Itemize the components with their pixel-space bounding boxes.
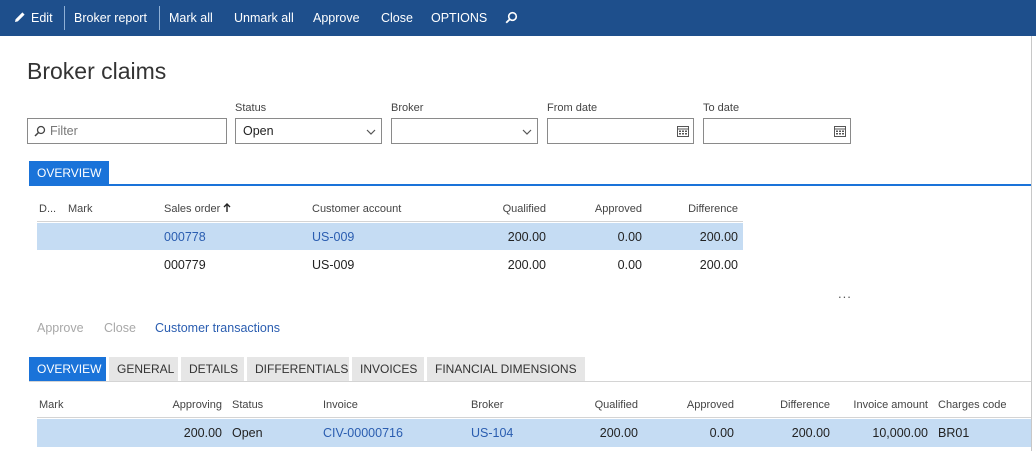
action-pane: Edit Broker report Mark all Unmark all A… <box>0 0 1036 36</box>
from-date-field[interactable] <box>547 118 694 144</box>
mark-all-button[interactable]: Mark all <box>169 0 213 36</box>
close-button[interactable]: Close <box>381 0 413 36</box>
approve-button[interactable]: Approve <box>313 0 360 36</box>
column-header-approved[interactable]: Approved <box>664 399 734 411</box>
qualified-cell: 200.00 <box>599 426 638 440</box>
toolbar-divider <box>159 6 160 30</box>
tab-underline <box>29 184 1031 186</box>
tab-financial-dimensions[interactable]: FINANCIAL DIMENSIONS <box>427 357 585 381</box>
broker-label: Broker <box>391 102 424 114</box>
tab-general[interactable]: GENERAL <box>109 357 178 381</box>
filter-placeholder: Filter <box>50 124 78 138</box>
search-icon <box>34 125 46 137</box>
column-header-mark[interactable]: Mark <box>39 399 63 411</box>
edit-label: Edit <box>31 11 53 25</box>
broker-link[interactable]: US-104 <box>471 426 513 440</box>
calendar-icon[interactable] <box>834 126 846 137</box>
unmark-all-button[interactable]: Unmark all <box>234 0 294 36</box>
line-approve-button[interactable]: Approve <box>37 321 84 335</box>
sales-order-label: Sales order <box>164 203 221 215</box>
edit-button[interactable]: Edit <box>14 0 53 36</box>
column-header-invoice-amount[interactable]: Invoice amount <box>840 399 928 411</box>
column-header-difference[interactable]: Difference <box>668 203 738 215</box>
header-row-divider <box>37 221 743 222</box>
sort-ascending-icon <box>223 203 231 212</box>
options-button[interactable]: OPTIONS <box>431 0 487 36</box>
column-header-approving[interactable]: Approving <box>150 399 222 411</box>
calendar-icon[interactable] <box>677 126 689 137</box>
invoice-amount-cell: 10,000.00 <box>872 426 928 440</box>
sales-order-cell[interactable]: 000779 <box>164 258 206 272</box>
column-header-qualified[interactable]: Qualified <box>476 203 546 215</box>
difference-cell: 200.00 <box>699 258 738 272</box>
column-header-sales-order[interactable]: Sales order <box>164 203 231 215</box>
to-date-field[interactable] <box>703 118 851 144</box>
tab-overview[interactable]: OVERVIEW <box>29 161 110 185</box>
detail-tab-rule <box>29 381 1031 382</box>
customer-account-cell[interactable]: US-009 <box>312 258 354 272</box>
search-icon <box>505 11 518 24</box>
column-header-difference[interactable]: Difference <box>760 399 830 411</box>
page-title: Broker claims <box>27 58 167 84</box>
column-header-approved[interactable]: Approved <box>572 203 642 215</box>
status-label: Status <box>235 102 267 114</box>
column-header-qualified[interactable]: Qualified <box>568 399 638 411</box>
toolbar-divider <box>64 6 65 30</box>
tab-details[interactable]: DETAILS <box>181 357 244 381</box>
column-header-mark[interactable]: Mark <box>68 203 92 215</box>
tab-differentials[interactable]: DIFFERENTIALS <box>247 357 349 381</box>
filter-input[interactable]: Filter <box>27 118 227 144</box>
column-header-invoice[interactable]: Invoice <box>323 399 358 411</box>
search-button[interactable] <box>505 0 518 36</box>
more-options-button[interactable]: ... <box>838 286 852 301</box>
column-header-broker[interactable]: Broker <box>471 399 503 411</box>
column-header-status[interactable]: Status <box>232 399 263 411</box>
broker-report-button[interactable]: Broker report <box>74 0 147 36</box>
chevron-down-icon <box>366 129 376 135</box>
charges-code-cell: BR01 <box>938 426 970 440</box>
qualified-cell: 200.00 <box>507 258 546 272</box>
invoice-link[interactable]: CIV-00000716 <box>323 426 403 440</box>
pane-edge <box>1031 36 1032 451</box>
detail-header-divider <box>37 417 1031 418</box>
qualified-cell: 200.00 <box>507 230 546 244</box>
status-select[interactable]: Open <box>235 118 382 144</box>
approving-cell: 200.00 <box>183 426 222 440</box>
column-header-d[interactable]: D... <box>39 203 56 215</box>
chevron-down-icon <box>522 129 532 135</box>
approved-cell: 0.00 <box>617 258 642 272</box>
to-date-label: To date <box>703 102 740 114</box>
column-header-customer-account[interactable]: Customer account <box>312 203 401 215</box>
tab-invoices[interactable]: INVOICES <box>352 357 424 381</box>
from-date-label: From date <box>547 102 598 114</box>
sales-order-link[interactable]: 000778 <box>164 230 206 244</box>
broker-select[interactable] <box>391 118 538 144</box>
customer-transactions-button[interactable]: Customer transactions <box>155 321 280 335</box>
approved-cell: 0.00 <box>709 426 734 440</box>
status-value: Open <box>243 124 274 138</box>
line-close-button[interactable]: Close <box>104 321 136 335</box>
pencil-icon <box>15 12 25 22</box>
approved-cell: 0.00 <box>617 230 642 244</box>
difference-cell: 200.00 <box>699 230 738 244</box>
tab-overview-detail[interactable]: OVERVIEW <box>29 357 106 381</box>
difference-cell: 200.00 <box>791 426 830 440</box>
status-cell: Open <box>232 426 263 440</box>
column-header-charges-code[interactable]: Charges code <box>938 399 1007 411</box>
customer-account-link[interactable]: US-009 <box>312 230 354 244</box>
